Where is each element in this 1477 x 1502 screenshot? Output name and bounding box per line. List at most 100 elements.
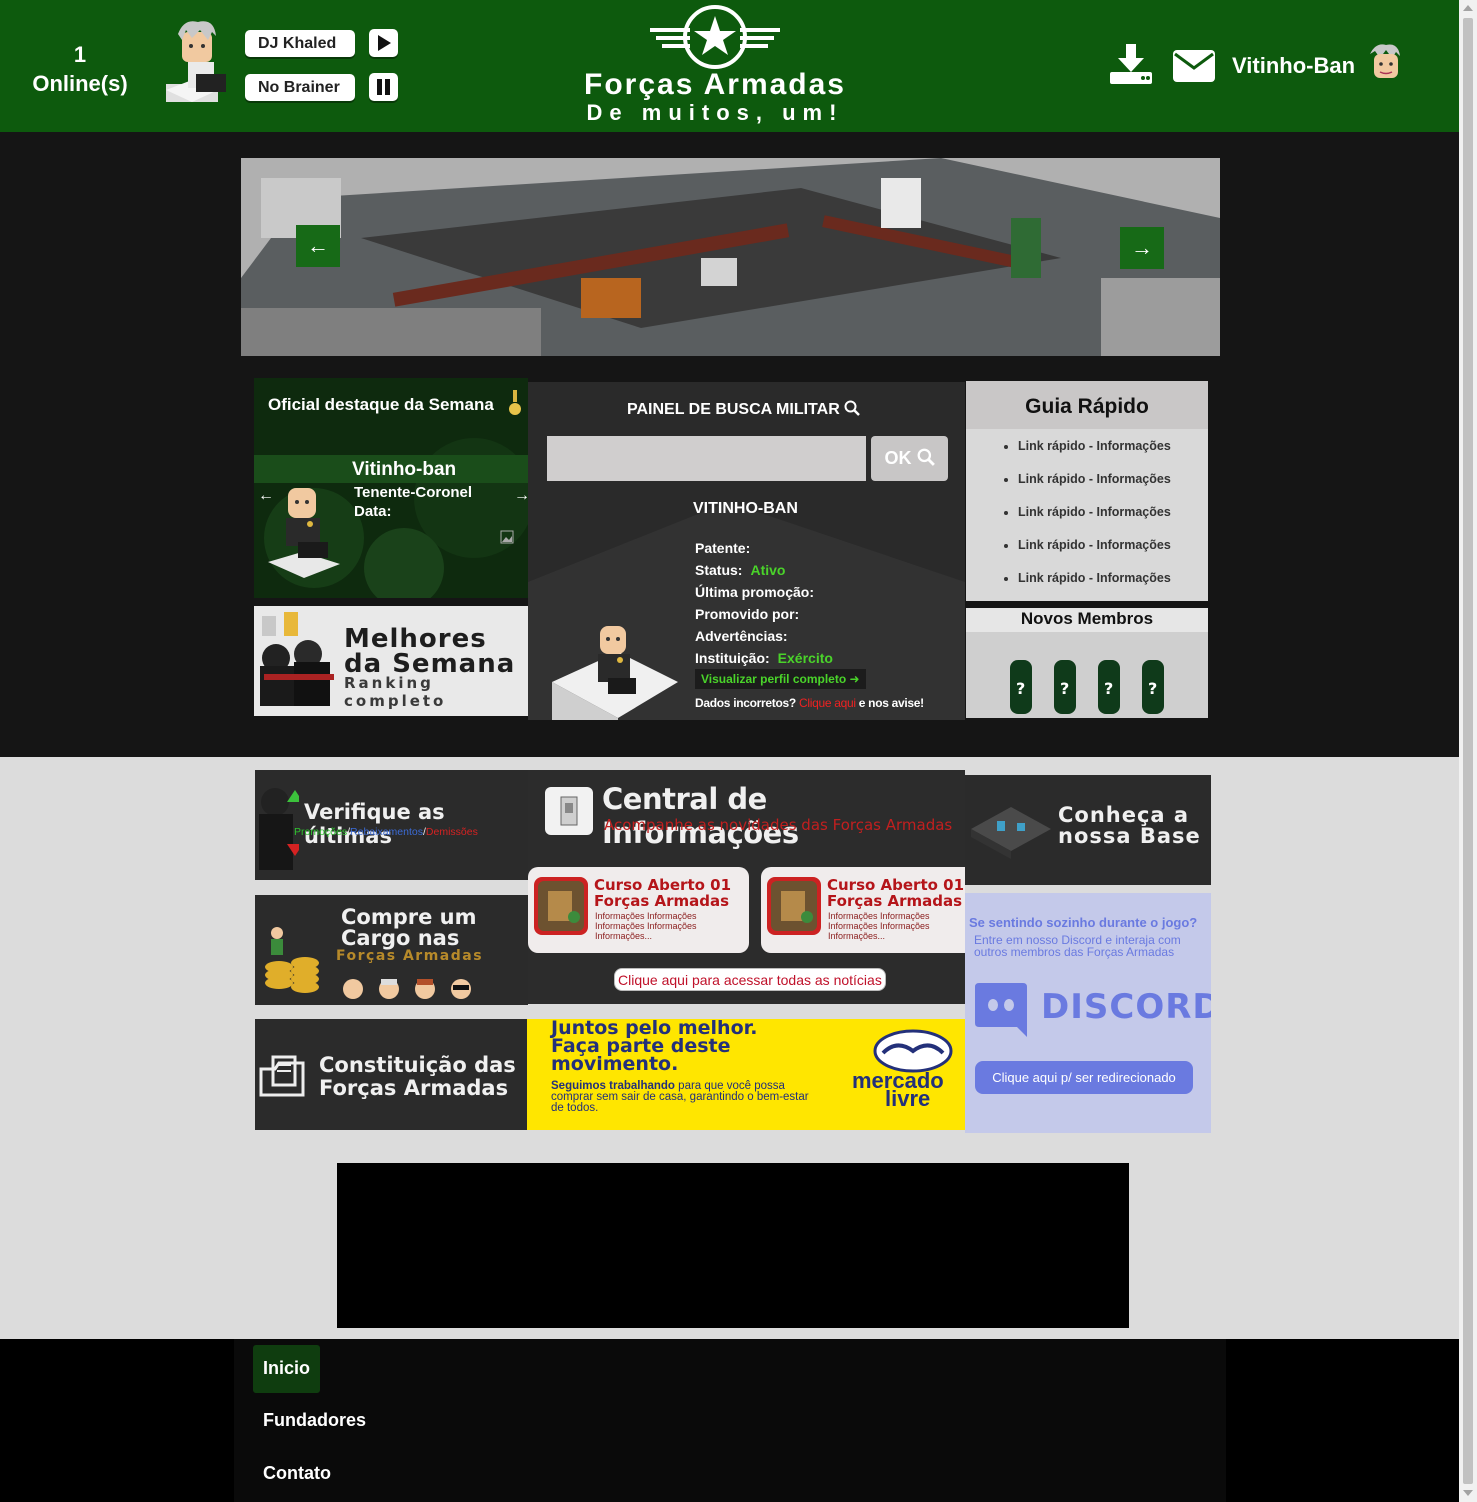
- quick-link-item[interactable]: Link rápido - Informações: [1018, 538, 1171, 571]
- status-value: Ativo: [750, 562, 786, 578]
- page-scrollbar[interactable]: [1459, 0, 1477, 1502]
- constitution-banner[interactable]: Constituição das Forças Armadas: [255, 1019, 528, 1130]
- quick-link-item[interactable]: Link rápido - Informações: [1018, 505, 1171, 538]
- featured-next-button[interactable]: →: [514, 487, 528, 505]
- featured-date-label: Data:: [354, 503, 392, 520]
- search-panel-title-text: PAINEL DE BUSCA MILITAR: [627, 401, 840, 418]
- new-members-panel: Novos Membros ? ? ? ?: [966, 608, 1208, 718]
- mercado-brand2: livre: [885, 1086, 931, 1111]
- buy-rank-banner[interactable]: Compre um Cargo nas Forças Armadas: [255, 895, 528, 1005]
- promotions-label: Promoções: [294, 826, 348, 838]
- soldiers-illustration: [260, 612, 334, 706]
- coins-illustration: [265, 927, 319, 993]
- carousel-slide-image: [241, 158, 1220, 356]
- news-excerpt: Informações Informações Informações Info…: [595, 911, 697, 941]
- news-card[interactable]: Curso Aberto 01 Forças Armadas Informaçõ…: [761, 867, 965, 953]
- site-logo[interactable]: Forças Armadas De muitos, um!: [560, 2, 870, 130]
- base-room-illustration: [971, 807, 1051, 859]
- institution-row: Instituição: Exército: [695, 650, 833, 666]
- search-ok-button[interactable]: OK: [871, 436, 948, 481]
- member-placeholder-mark: ?: [1016, 679, 1025, 698]
- download-icon[interactable]: [1110, 44, 1152, 84]
- footer-nav-inicio[interactable]: Inicio: [253, 1345, 321, 1393]
- featured-name: Vitinho-ban: [352, 459, 457, 480]
- site-subtitle: De muitos, um!: [586, 100, 844, 125]
- scroll-thumb[interactable]: [1463, 18, 1473, 1484]
- wrong-data-link[interactable]: Clique aqui: [799, 696, 856, 710]
- warnings-row: Advertências:: [695, 628, 788, 644]
- avatar-faces: [343, 979, 471, 999]
- promoted-by-row: Promovido por:: [695, 606, 799, 622]
- image-placeholder-icon: [500, 530, 514, 544]
- pause-button[interactable]: [369, 73, 398, 101]
- quick-guide-title: Guia Rápido: [966, 381, 1208, 429]
- carousel-prev-button[interactable]: ←: [296, 225, 340, 267]
- site-footer: Inicio Fundadores Contato: [0, 1339, 1459, 1502]
- chevron-right-icon: →: [514, 487, 528, 504]
- play-button[interactable]: [369, 29, 398, 57]
- image-carousel[interactable]: ← →: [241, 158, 1220, 356]
- site-title: Forças Armadas: [584, 68, 846, 101]
- star-wings-icon: [650, 5, 780, 69]
- report-wrong-data: Dados incorretos? Clique aqui e nos avis…: [695, 696, 924, 710]
- quick-guide-list: Link rápido - Informações Link rápido - …: [1000, 439, 1171, 604]
- carousel-next-button[interactable]: →: [1120, 227, 1164, 269]
- user-name[interactable]: Vitinho-Ban: [1232, 53, 1355, 79]
- quick-link-item[interactable]: Link rápido - Informações: [1018, 472, 1171, 505]
- warnings-label: Advertências:: [695, 628, 788, 644]
- sign-in-icon: ➜: [849, 672, 860, 686]
- quick-link-item[interactable]: Link rápido - Informações: [1018, 439, 1171, 472]
- featured-rank: Tenente-Coronel: [354, 484, 473, 501]
- user-avatar[interactable]: [1366, 42, 1404, 82]
- scroll-up-icon[interactable]: [1463, 5, 1473, 11]
- pause-icon: [377, 79, 390, 95]
- footer-nav-contato[interactable]: Contato: [253, 1450, 341, 1498]
- play-icon: [378, 35, 391, 51]
- news-excerpt: Informações Informações Informações Info…: [828, 911, 930, 941]
- best-of-week-line3: Ranking completo: [344, 674, 447, 710]
- new-members-title: Novos Membros: [966, 608, 1208, 632]
- arrow-right-icon: →: [1131, 235, 1153, 260]
- dj-avatar: [166, 21, 226, 102]
- member-placeholder-mark: ?: [1148, 679, 1157, 698]
- discord-banner[interactable]: Se sentindo sozinho durante o jogo? Entr…: [965, 893, 1211, 1133]
- info-center-logo: [545, 787, 593, 835]
- institution-label: Instituição:: [695, 650, 770, 666]
- last-promotion-label: Última promoção:: [695, 584, 815, 600]
- mercado-livre-banner[interactable]: Juntos pelo melhor. Faça parte deste mov…: [527, 1019, 965, 1130]
- best-of-week-banner[interactable]: Melhores da Semana Ranking completo: [254, 606, 528, 716]
- footer-nav-fundadores[interactable]: Fundadores: [253, 1397, 376, 1445]
- patente-row: Patente:: [695, 540, 750, 556]
- soldier-illustration: [259, 788, 299, 870]
- search-ok-label: OK: [884, 448, 912, 468]
- video-embed[interactable]: [337, 1163, 1129, 1328]
- track-name-pill: No Brainer: [245, 74, 355, 101]
- member-placeholder-mark: ?: [1060, 679, 1069, 698]
- scroll-down-icon[interactable]: [1463, 1490, 1473, 1496]
- buy-rank-line2: Cargo nas: [341, 926, 460, 950]
- our-base-banner[interactable]: Conheça a nossa Base: [965, 775, 1211, 885]
- quick-link-item[interactable]: Link rápido - Informações: [1018, 571, 1171, 604]
- constitution-line1: Constituição das: [319, 1053, 516, 1077]
- status-row: Status: Ativo: [695, 562, 785, 578]
- view-full-profile-link[interactable]: Visualizar perfil completo ➜: [695, 669, 866, 689]
- discord-line3: outros membros das Forças Armadas: [974, 945, 1175, 959]
- demotions-label: Rebaixamentos: [350, 826, 423, 838]
- discord-line1: Se sentindo sozinho durante o jogo?: [969, 915, 1198, 930]
- news-card[interactable]: Curso Aberto 01 Forças Armadas Informaçõ…: [528, 867, 749, 953]
- news-thumbnail: [534, 877, 588, 935]
- phone-booth-icon: [560, 796, 578, 826]
- latest-changes-banner[interactable]: Verifique as últimas Promoções/Rebaixame…: [255, 770, 528, 880]
- mail-icon[interactable]: [1173, 50, 1215, 82]
- all-news-link[interactable]: Clique aqui para acessar todas as notíci…: [614, 968, 886, 991]
- dj-name-pill: DJ Khaled: [245, 30, 355, 57]
- featured-officer-card: Oficial destaque da Semana Vitinho-ban T…: [254, 378, 528, 598]
- search-icon: [844, 400, 861, 416]
- discord-logo-text: DISCORD: [1041, 987, 1211, 1027]
- news-title-line2: Forças Armadas: [594, 892, 730, 910]
- search-input[interactable]: [547, 436, 866, 481]
- search-panel-title: PAINEL DE BUSCA MILITAR: [627, 400, 861, 419]
- member-placeholder-mark: ?: [1104, 679, 1113, 698]
- info-center-banner[interactable]: Central de Informações Acompanhe as novi…: [528, 770, 965, 1004]
- discord-redirect-button[interactable]: Clique aqui p/ ser redirecionado: [975, 1061, 1193, 1094]
